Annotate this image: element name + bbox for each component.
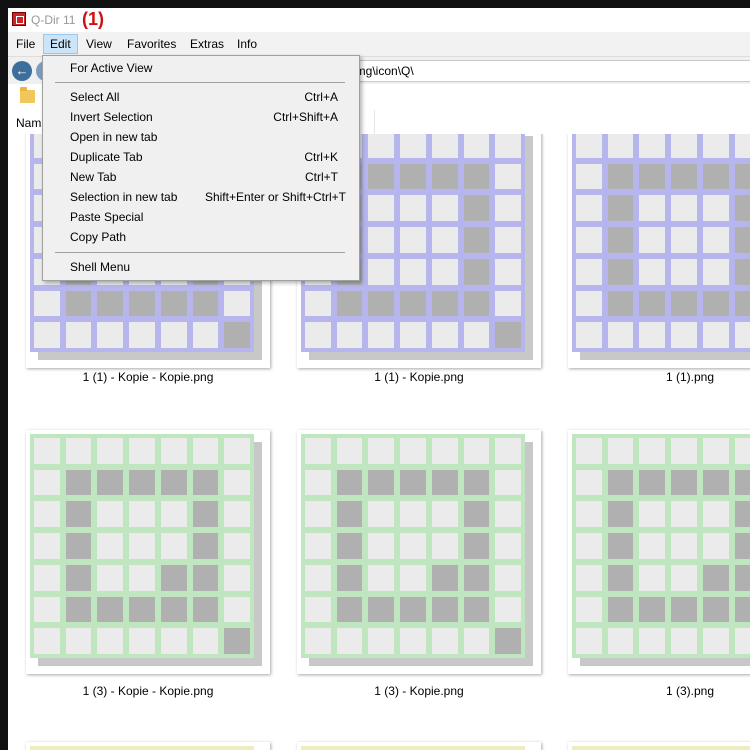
window-frame-left [0,0,8,750]
q-dir-icon-image [301,746,525,750]
menu-info[interactable]: Info [231,35,263,53]
app-icon [12,12,26,26]
file-name-label[interactable]: 1 (3) - Kopie - Kopie.png [26,684,270,698]
column-header-name[interactable]: Nam [16,116,41,130]
menu-item-label: Copy Path [70,230,127,244]
file-thumbnail[interactable] [568,742,750,750]
file-name-label[interactable]: 1 (3) - Kopie.png [297,684,541,698]
menu-item-shortcut: Ctrl+T [305,170,338,184]
q-dir-icon-image [30,746,254,750]
annotation-marker: (1) [82,9,104,29]
menu-item-new-tab[interactable]: New Tab Ctrl+T [44,167,356,187]
menu-item-label: Selection in new tab [70,190,178,204]
menu-item-label: Select All [70,90,120,104]
menu-item-shortcut: Ctrl+Shift+A [273,110,338,124]
back-arrow-icon[interactable]: ← [12,61,32,81]
file-name-label[interactable]: 1 (1).png [568,370,750,384]
title-bar: Q-Dir 11 (1) [8,8,750,32]
file-thumbnail[interactable] [297,430,541,674]
file-thumbnail[interactable] [297,742,541,750]
menu-item-shortcut: Ctrl+A [304,90,338,104]
menu-item-label: New Tab [70,170,117,184]
menu-extras[interactable]: Extras [184,35,230,53]
q-dir-icon-image [572,746,750,750]
q-dir-icon-image [301,434,525,658]
menu-edit[interactable]: Edit [43,34,78,54]
folder-icon[interactable] [20,87,35,103]
file-thumbnail[interactable] [568,430,750,674]
edit-menu-dropdown: For Active View Select All Ctrl+A Invert … [42,55,360,281]
menu-separator [55,252,345,253]
window-frame-top [0,0,750,8]
q-dir-icon-image [572,434,750,658]
window-title: Q-Dir 11 [31,13,76,27]
menu-item-label: Paste Special [70,210,144,224]
menu-item-selection-in-new-tab[interactable]: Selection in new tab Shift+Enter or Shift… [44,187,356,207]
q-dir-icon-image [572,134,750,352]
menu-item-copy-path[interactable]: Copy Path [44,227,356,247]
menu-item-shortcut: Ctrl+K [304,150,338,164]
path-input[interactable]: n\img\icon\Q\ [338,60,750,82]
file-name-label[interactable]: 1 (1) - Kopie.png [297,370,541,384]
menu-item-label: Invert Selection [70,110,153,124]
file-name-label[interactable]: 1 (1) - Kopie - Kopie.png [26,370,270,384]
menu-item-shell-menu[interactable]: Shell Menu [44,257,356,277]
menu-bar: File Edit View Favorites Extras Info [8,32,750,56]
menu-item-for-active-view[interactable]: For Active View [44,58,356,78]
menu-file[interactable]: File [10,35,41,53]
file-thumbnail[interactable] [26,430,270,674]
menu-item-label: For Active View [70,61,153,75]
menu-view[interactable]: View [80,35,118,53]
file-thumbnail[interactable] [568,134,750,368]
menu-item-paste-special[interactable]: Paste Special [44,207,356,227]
menu-item-label: Duplicate Tab [70,150,143,164]
menu-favorites[interactable]: Favorites [121,35,182,53]
menu-item-shortcut: Shift+Enter or Shift+Ctrl+T [204,190,346,204]
menu-item-label: Open in new tab [70,130,158,144]
menu-item-label: Shell Menu [70,260,131,274]
menu-item-open-in-new-tab[interactable]: Open in new tab [44,127,356,147]
q-dir-icon-image [30,434,254,658]
menu-separator [55,82,345,83]
file-name-label[interactable]: 1 (3).png [568,684,750,698]
file-thumbnail[interactable] [26,742,270,750]
menu-item-duplicate-tab[interactable]: Duplicate Tab Ctrl+K [44,147,356,167]
menu-item-invert-selection[interactable]: Invert Selection Ctrl+Shift+A [44,107,356,127]
column-divider[interactable] [374,110,375,134]
menu-item-select-all[interactable]: Select All Ctrl+A [44,87,356,107]
